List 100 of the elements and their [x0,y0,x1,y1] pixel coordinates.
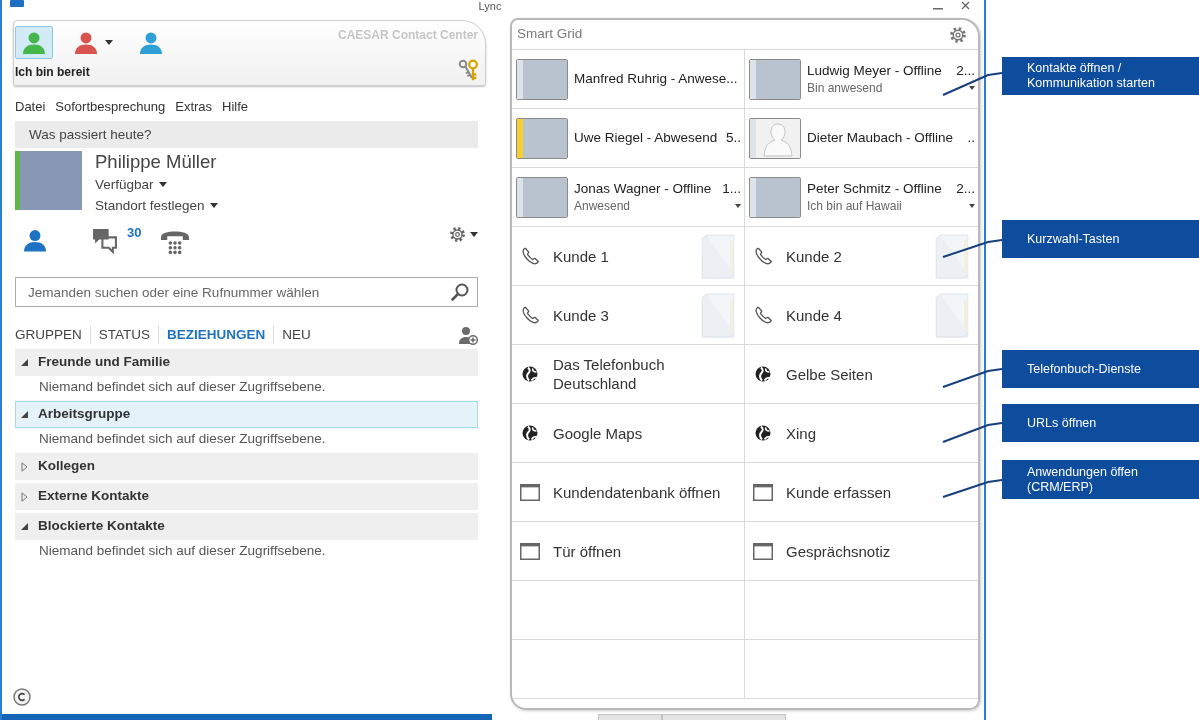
leader-line [942,368,1003,388]
app-logo-icon [10,0,24,7]
window-icon [753,542,773,560]
web-link-button[interactable]: Das Telefonbuch Deutschland [512,345,744,403]
globe-icon [522,425,538,441]
leader-line [942,422,1003,443]
settings-icon[interactable] [449,226,466,243]
callout-label: Kontakte öffnen / Kommunikation starten [1002,57,1199,95]
window-title: Lync [478,0,502,13]
globe-icon [755,366,771,382]
unread-count: 30 [127,226,142,240]
callout-label: Anwendungen öffen (CRM/ERP) [1002,460,1199,499]
group-header[interactable]: Freunde und Familie [15,349,478,376]
contact-detail: 2... [955,62,975,80]
contact-name: Manfred Ruhrig - Anwese... [574,70,738,88]
settings-icon[interactable] [949,25,967,44]
contact-name: Ludwig Meyer - Offline [807,62,942,80]
status-label: Ich bin bereit [15,65,91,79]
contact-detail: 2... [955,180,975,198]
location-dropdown[interactable]: Standort festlegen [95,196,218,215]
caret-icon[interactable] [735,204,741,208]
app-launch-button[interactable]: Kundendatenbank öffnen [512,463,744,521]
empty-group-message: Niemand befindet sich auf dieser Zugriffsebene. [38,378,327,396]
availability-dropdown[interactable]: Verfügbar [95,175,167,194]
caret-icon[interactable] [969,86,975,90]
menu-item[interactable]: Sofortbesprechung [55,98,166,116]
caret-icon [209,203,218,208]
speed-dial-button[interactable]: Kunde 1 [512,227,744,285]
web-link-button[interactable]: Xing [745,404,978,462]
menu-item[interactable]: Extras [175,98,213,116]
contact-tile[interactable]: Dieter Maubach - Offline .. [745,109,978,168]
window-icon [520,542,540,560]
app-launch-button[interactable]: Gesprächsnotiz [745,522,978,580]
tab[interactable]: NEU [274,326,319,344]
book-icon [935,292,969,338]
group-header[interactable]: Kollegen [15,453,478,480]
photo-placeholder [20,151,82,210]
globe-icon [755,425,771,441]
contact-name: Peter Schmitz - Offline [807,180,942,198]
contact-name: Jonas Wagner - Offline [574,180,712,198]
phone-handset-icon [520,246,540,266]
profile-name: Philippe Müller [95,151,217,173]
close-icon[interactable] [961,1,970,10]
window-icon [520,483,540,501]
status-note: Anwesend [574,198,631,214]
app-launch-button[interactable]: Kunde erfassen [745,463,978,521]
collapsed-triangle-icon[interactable] [21,491,28,502]
speed-dial-button[interactable]: Kunde 2 [745,227,978,285]
contact-detail: 1... [721,180,741,198]
search-icon[interactable] [451,283,469,301]
tab[interactable]: STATUS [90,326,159,344]
note-field[interactable]: Was passiert heute? [15,121,478,148]
add-contact-icon[interactable] [459,325,478,345]
contact-tile[interactable]: Manfred Ruhrig - Anwese... [512,50,745,109]
speed-dial-button[interactable]: Kunde 4 [745,286,978,344]
contacts-icon[interactable] [24,228,46,254]
speed-dial-button[interactable]: Kunde 3 [512,286,744,344]
expanded-triangle-icon[interactable] [21,411,28,418]
collapsed-triangle-icon[interactable] [21,461,28,472]
phone-handset-icon [753,305,773,325]
phone-handset-icon [753,246,773,266]
status-note: Bin anwesend [807,80,883,96]
globe-icon [522,366,538,382]
copyright-icon[interactable] [13,688,31,706]
search-field[interactable]: Jemanden suchen oder eine Rufnummer wählen [15,277,478,307]
contact-name: Uwe Riegel - Abwesend [574,129,718,147]
callout-label: URLs öffnen [1002,404,1199,442]
tab[interactable]: GRUPPEN [15,326,90,344]
contact-tile[interactable]: Ludwig Meyer - Offline 2... Bin anwesend [745,50,978,109]
contact-detail: 5.. [725,129,741,147]
book-icon [701,233,735,279]
web-link-button[interactable]: Gelbe Seiten [745,345,978,403]
caret-icon[interactable] [470,232,478,237]
caret-icon[interactable] [105,40,113,45]
leader-line [942,239,1003,258]
caret-icon [158,182,167,187]
web-link-button[interactable]: Google Maps [512,404,744,462]
phone-handset-icon [520,305,540,325]
empty-group-message: Niemand befindet sich auf dieser Zugriffsebene. [38,542,327,560]
contact-tile[interactable]: Peter Schmitz - Offline 2... Ich bin auf Hawaii [745,168,978,227]
book-icon [935,233,969,279]
caret-icon[interactable] [969,204,975,208]
group-header[interactable]: Blockierte Kontakte [15,513,478,540]
group-header[interactable]: Arbeitsgruppe [15,401,478,428]
expanded-triangle-icon[interactable] [21,523,28,530]
menu-item[interactable]: Hilfe [222,98,249,116]
keys-icon[interactable] [458,59,478,81]
callout-label: Telefonbuch-Dienste [1002,350,1199,388]
app-launch-button[interactable]: Tür öffnen [512,522,744,580]
panel-title: Smart Grid [517,26,583,43]
contact-tile[interactable]: Jonas Wagner - Offline 1... Anwesend [512,168,745,227]
expanded-triangle-icon[interactable] [21,359,28,366]
contact-tile[interactable]: Uwe Riegel - Abwesend 5.. [512,109,745,168]
group-header[interactable]: Externe Kontakte [15,483,478,510]
leader-line [942,479,1003,498]
tab[interactable]: BEZIEHUNGEN [159,326,274,344]
window-icon [753,483,773,501]
callout-label: Kurzwahl-Tasten [1002,220,1199,258]
menu-item[interactable]: Datei [15,98,46,116]
status-note: Ich bin auf Hawaii [807,198,902,214]
